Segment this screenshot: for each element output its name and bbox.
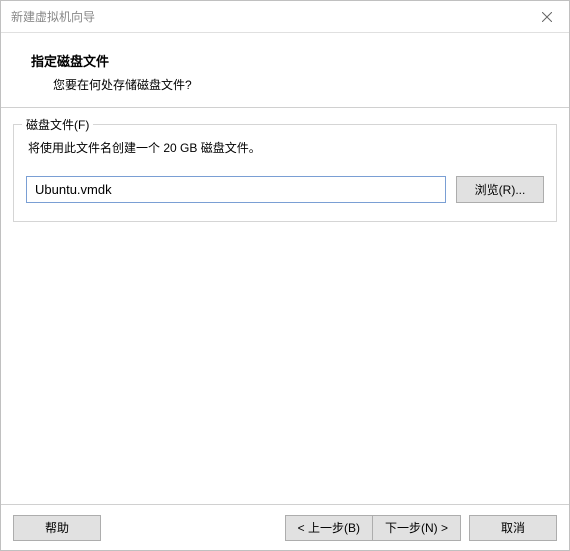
- help-button[interactable]: 帮助: [13, 515, 101, 541]
- titlebar: 新建虚拟机向导: [1, 1, 569, 33]
- disk-file-group: 磁盘文件(F) 将使用此文件名创建一个 20 GB 磁盘文件。 浏览(R)...: [13, 124, 557, 222]
- browse-button[interactable]: 浏览(R)...: [456, 176, 544, 203]
- back-button[interactable]: < 上一步(B): [285, 515, 373, 541]
- group-title: 磁盘文件(F): [22, 116, 93, 133]
- disk-file-input[interactable]: [26, 176, 446, 203]
- header-title: 指定磁盘文件: [31, 51, 559, 70]
- cancel-button[interactable]: 取消: [469, 515, 557, 541]
- wizard-header: 指定磁盘文件 您要在何处存储磁盘文件?: [1, 33, 569, 108]
- next-button[interactable]: 下一步(N) >: [372, 515, 461, 541]
- group-desc: 将使用此文件名创建一个 20 GB 磁盘文件。: [26, 139, 544, 156]
- wizard-footer: 帮助 < 上一步(B) 下一步(N) > 取消: [1, 504, 569, 550]
- header-desc: 您要在何处存储磁盘文件?: [31, 76, 559, 93]
- close-icon: [542, 10, 552, 24]
- window-title: 新建虚拟机向导: [11, 8, 95, 25]
- close-button[interactable]: [524, 1, 569, 33]
- wizard-window: 新建虚拟机向导 指定磁盘文件 您要在何处存储磁盘文件? 磁盘文件(F) 将使用此…: [0, 0, 570, 551]
- nav-button-group: < 上一步(B) 下一步(N) >: [285, 515, 461, 541]
- wizard-content: 磁盘文件(F) 将使用此文件名创建一个 20 GB 磁盘文件。 浏览(R)...: [1, 108, 569, 504]
- input-row: 浏览(R)...: [26, 176, 544, 203]
